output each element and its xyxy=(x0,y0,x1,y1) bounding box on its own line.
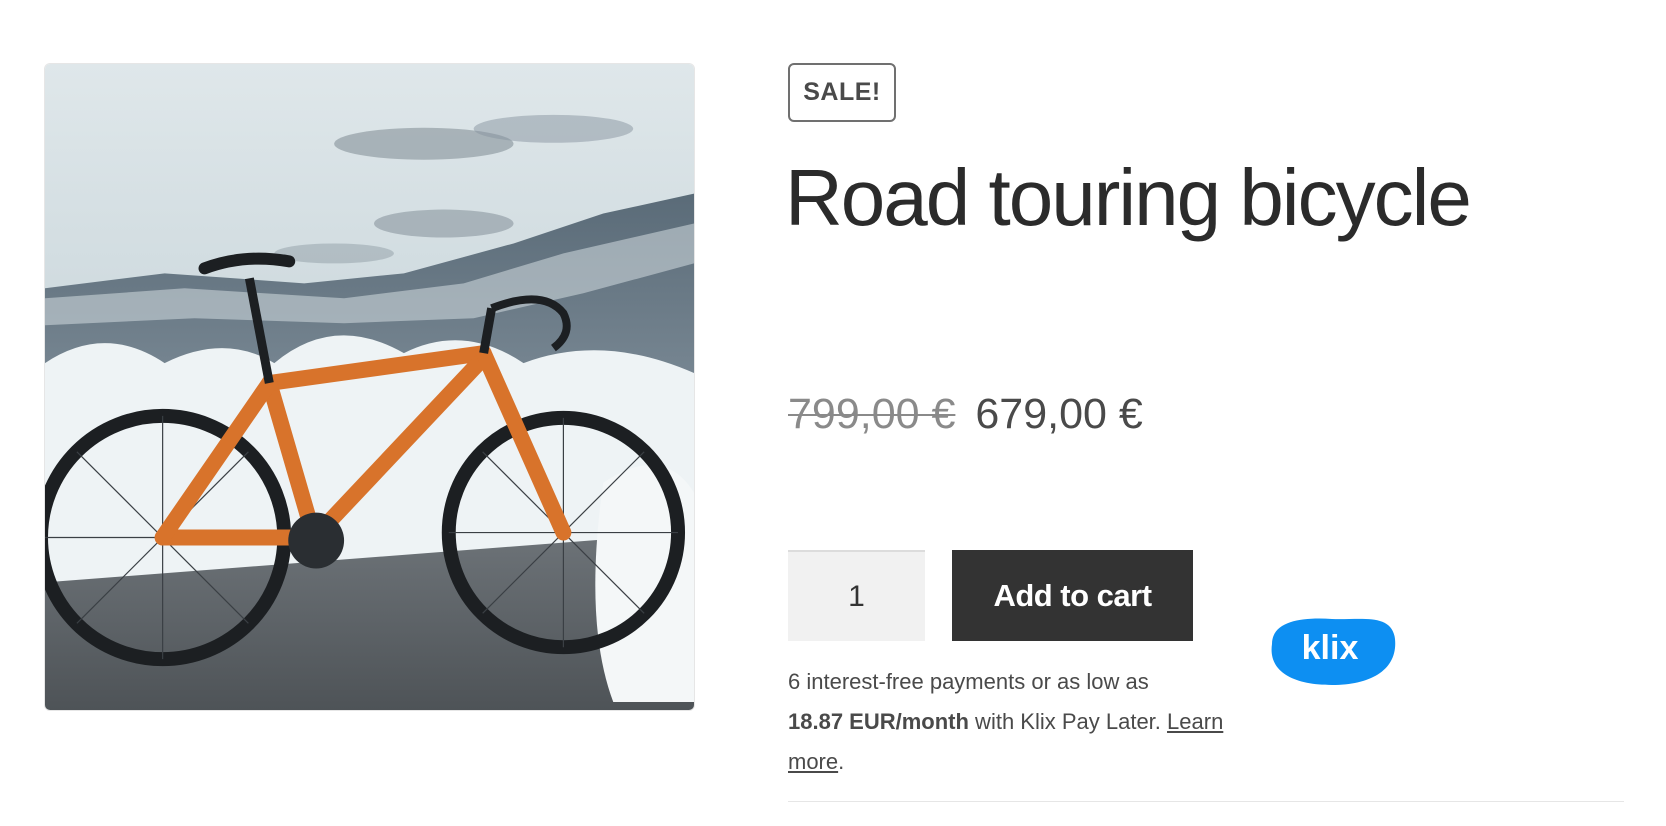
klix-after-amount: with Klix Pay Later. xyxy=(968,709,1168,734)
klix-logo-icon: klix xyxy=(1262,609,1397,687)
sale-badge: SALE! xyxy=(788,63,896,122)
sale-price: 679,00 € xyxy=(975,390,1143,438)
product-image[interactable] xyxy=(44,63,695,711)
bicycle-photo xyxy=(45,64,694,710)
klix-line1: 6 interest-free payments or as low as xyxy=(788,669,1149,694)
klix-monthly-amount: 18.87 EUR/month xyxy=(788,709,969,734)
quantity-input[interactable] xyxy=(788,550,925,641)
product-title: Road touring bicycle xyxy=(785,153,1472,242)
klix-period: . xyxy=(838,749,845,774)
divider xyxy=(788,801,1624,802)
klix-pay-later-message: 6 interest-free payments or as low as 18… xyxy=(788,662,1233,782)
klix-logo-text: klix xyxy=(1302,629,1359,667)
price: 799,00 € 679,00 € xyxy=(788,390,1143,439)
add-to-cart-button[interactable]: Add to cart xyxy=(952,550,1193,641)
regular-price: 799,00 € xyxy=(788,390,956,438)
